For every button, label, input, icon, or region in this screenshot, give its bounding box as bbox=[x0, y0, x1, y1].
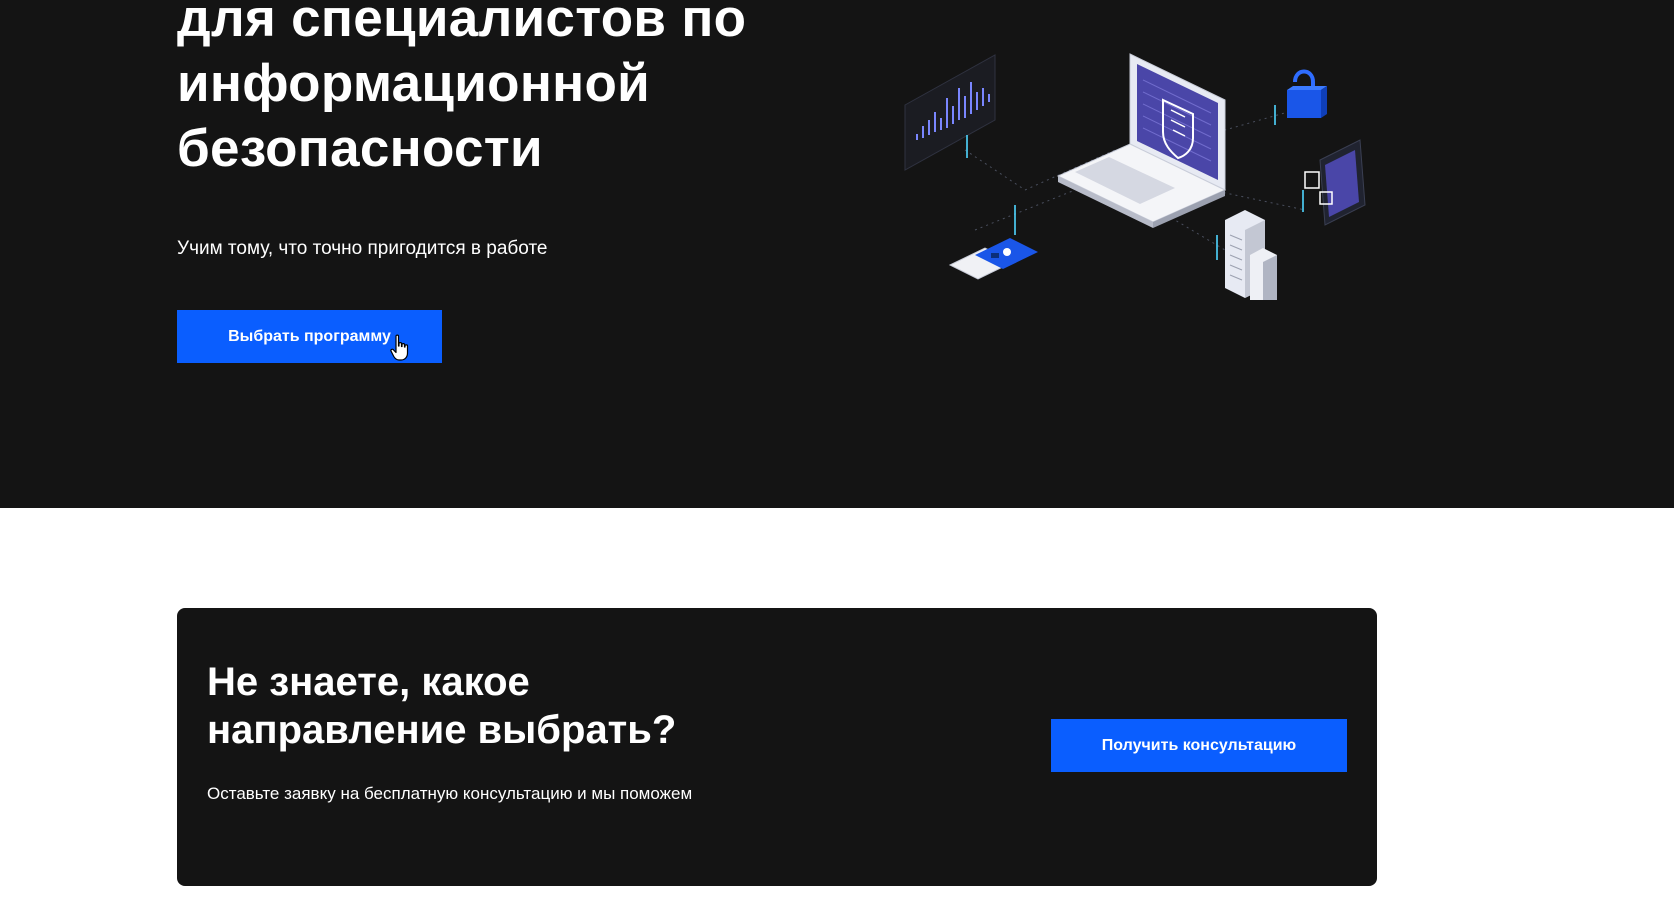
hero-title: для специалистов по информационной безоп… bbox=[177, 0, 746, 181]
get-consultation-button[interactable]: Получить консультацию bbox=[1051, 719, 1347, 772]
consultation-title: Не знаете, какое направление выбрать? bbox=[207, 658, 676, 754]
consultation-title-line: направление выбрать? bbox=[207, 708, 677, 752]
hero-section: для специалистов по информационной безоп… bbox=[0, 0, 1674, 508]
consultation-card: Не знаете, какое направление выбрать? Ос… bbox=[177, 608, 1377, 886]
tablet bbox=[1302, 139, 1366, 226]
buildings bbox=[1216, 210, 1277, 300]
laptop bbox=[1056, 53, 1227, 228]
hero-title-line: информационной bbox=[177, 54, 651, 113]
payment-cards bbox=[948, 205, 1038, 280]
hero-title-line: для специалистов по bbox=[177, 0, 747, 48]
padlock bbox=[1274, 69, 1327, 125]
hero-subtitle: Учим тому, что точно пригодится в работе bbox=[177, 238, 548, 259]
waveform-panel bbox=[904, 54, 996, 171]
hero-title-line: безопасности bbox=[177, 119, 543, 178]
hand-pointer-cursor-icon bbox=[390, 334, 409, 361]
consultation-title-line: Не знаете, какое bbox=[207, 660, 530, 704]
cybersecurity-illustration-icon bbox=[904, 53, 1366, 300]
consultation-text: Оставьте заявку на бесплатную консультац… bbox=[207, 784, 693, 803]
